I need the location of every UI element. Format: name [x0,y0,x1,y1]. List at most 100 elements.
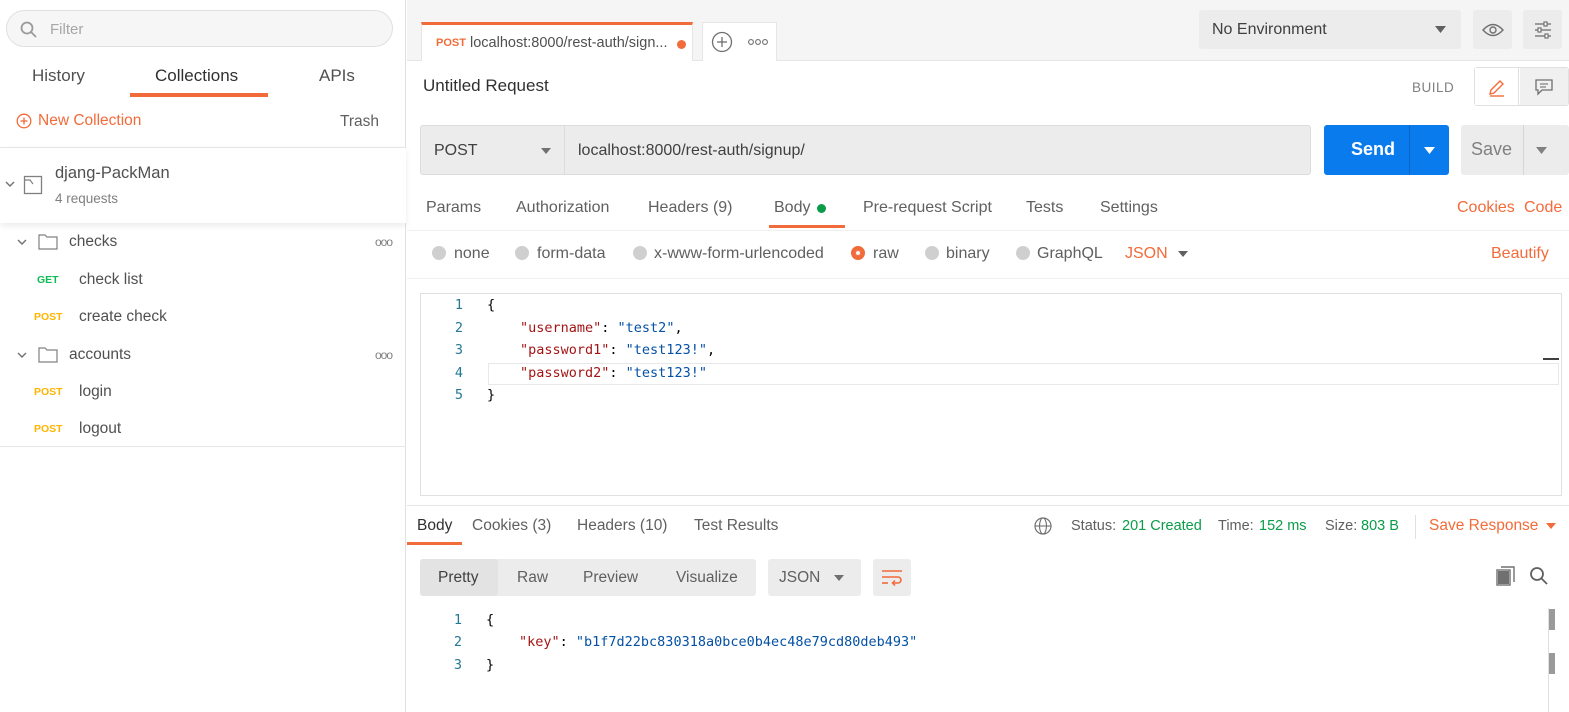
more-tabs-icon[interactable] [748,38,768,46]
cookies-count: (3) [532,517,552,534]
copy-icon[interactable] [1496,566,1516,586]
code-link[interactable]: Code [1524,199,1562,217]
tab-body[interactable]: Body [774,199,810,217]
response-format-select[interactable]: JSON [768,559,861,596]
caret-down-icon[interactable] [1536,147,1547,154]
tab-headers-label: Headers [648,199,709,216]
chevron-down-icon[interactable] [4,178,16,190]
radio-none[interactable] [432,246,446,260]
view-preview[interactable]: Preview [583,569,638,587]
view-raw[interactable]: Raw [517,569,548,587]
headers-count: (10) [639,517,668,534]
save-label: Save [1471,139,1513,159]
new-collection-button[interactable]: New Collection [16,112,141,130]
json-key: "username" [520,320,602,336]
radio-binary[interactable] [925,246,939,260]
add-tab-icon[interactable] [711,31,733,53]
request-name-title[interactable]: Untitled Request [423,76,549,96]
edit-mode-button[interactable] [1475,68,1519,105]
response-body-viewer[interactable]: 1 { 2 "key": "b1f7d22bc830318a0bce0b4ec4… [420,606,1560,712]
comments-button[interactable] [1520,68,1568,105]
trash-button[interactable]: Trash [340,113,379,131]
caret-down-icon[interactable] [1178,251,1188,257]
request-tab[interactable]: POST localhost:8000/rest-auth/sign... [421,22,693,61]
radio-graphql[interactable] [1016,246,1030,260]
chevron-down-icon[interactable] [16,236,28,248]
filter-input[interactable]: Filter [6,10,393,47]
radio-form-data-label[interactable]: form-data [537,245,605,263]
request-body-editor[interactable]: 1 { 2 "username": "test2", 3 "password1"… [420,293,1562,496]
folder-icon [38,234,58,250]
radio-graphql-label[interactable]: GraphQL [1037,245,1103,263]
folder-checks[interactable]: checks ooo [0,224,406,261]
url-input[interactable]: localhost:8000/rest-auth/signup/ [564,125,1311,175]
pencil-icon [1489,80,1504,97]
caret-down-icon[interactable] [1546,523,1556,529]
tab-history[interactable]: History [32,66,85,86]
folder-accounts[interactable]: accounts ooo [0,337,406,374]
body-indicator-dot [817,204,826,213]
request-name: login [79,383,112,400]
size-label: Size: [1325,518,1358,534]
more-icon[interactable]: ooo [375,235,393,249]
beautify-link[interactable]: Beautify [1491,245,1549,263]
request-item[interactable]: POST login [0,373,406,410]
request-name: logout [79,420,122,437]
tab-title: localhost:8000/rest-auth/sign... [470,35,668,51]
tab-authorization[interactable]: Authorization [516,199,609,217]
view-pretty[interactable]: Pretty [438,569,478,587]
radio-raw[interactable] [851,246,865,260]
tab-headers[interactable]: Headers (9) [648,199,733,217]
environment-quicklook-button[interactable] [1473,10,1512,49]
request-item[interactable]: POST logout [0,410,406,447]
request-item[interactable]: POST create check [0,298,406,335]
scrollbar-thumb[interactable] [1549,609,1555,630]
manage-environments-button[interactable] [1523,10,1562,49]
caret-down-icon[interactable] [1424,147,1435,154]
search-icon[interactable] [1529,566,1549,586]
tab-tests[interactable]: Tests [1026,199,1063,217]
chevron-down-icon[interactable] [16,349,28,361]
view-visualize[interactable]: Visualize [676,569,738,587]
radio-urlencoded-label[interactable]: x-www-form-urlencoded [654,245,824,263]
tab-actions [702,22,777,61]
time-label: Time: [1218,518,1254,534]
sidebar: Filter History Collections APIs New Coll… [0,0,406,712]
wrap-icon [882,570,902,586]
format-select[interactable]: JSON [1125,245,1168,263]
method-select[interactable]: POST [420,125,565,175]
tab-params[interactable]: Params [426,199,481,217]
globe-icon[interactable] [1034,517,1052,535]
caret-down-icon [834,575,844,581]
environment-select[interactable]: No Environment [1199,10,1461,49]
radio-none-label[interactable]: none [454,245,490,263]
response-tab-tests[interactable]: Test Results [694,517,778,535]
response-tab-body[interactable]: Body [417,517,452,535]
line-number: 2 [454,320,463,336]
more-icon[interactable]: ooo [375,348,393,362]
radio-urlencoded[interactable] [633,246,647,260]
response-tab-headers[interactable]: Headers (10) [577,517,667,535]
code-line: "password1": "test123!", [520,342,716,358]
divider [407,230,1569,231]
cookies-link[interactable]: Cookies [1457,199,1515,217]
send-button[interactable]: Send [1324,125,1449,175]
json-key: "password1" [520,342,610,358]
tab-prerequest[interactable]: Pre-request Script [863,199,992,217]
line-number: 3 [454,342,463,358]
radio-form-data[interactable] [515,246,529,260]
response-tab-cookies[interactable]: Cookies (3) [472,517,551,535]
save-button[interactable]: Save [1461,125,1569,175]
tab-collections[interactable]: Collections [155,66,238,86]
tab-settings[interactable]: Settings [1100,199,1158,217]
save-response-button[interactable]: Save Response [1429,517,1538,535]
tab-apis[interactable]: APIs [319,66,355,86]
request-item[interactable]: GET check list [0,261,406,298]
collection-item[interactable]: djang-PackMan 4 requests [0,147,406,223]
radio-binary-label[interactable]: binary [946,245,990,263]
radio-raw-label[interactable]: raw [873,245,899,263]
tab-body-label: Body [774,199,811,216]
scrollbar-thumb[interactable] [1549,653,1555,674]
line-number: 1 [453,612,462,628]
wrap-lines-button[interactable] [873,559,911,596]
